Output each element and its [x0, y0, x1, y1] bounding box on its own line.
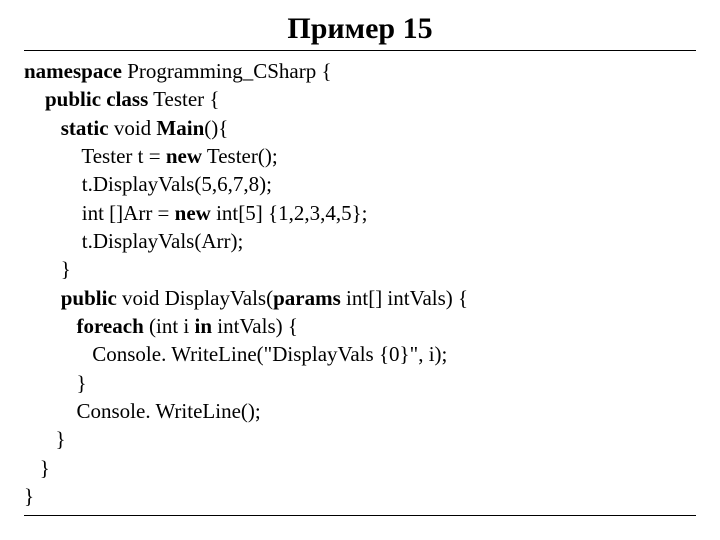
code-line: }: [24, 427, 66, 451]
slide: Пример 15 namespace Programming_CSharp {…: [0, 0, 720, 540]
code-line: }: [24, 484, 34, 508]
divider-top: [24, 50, 696, 51]
code-line: Console. WriteLine();: [24, 399, 261, 423]
code-line: t.DisplayVals(5,6,7,8);: [24, 172, 272, 196]
code-line: public class Tester {: [24, 87, 219, 111]
code-line: Console. WriteLine("DisplayVals {0}", i)…: [24, 342, 447, 366]
code-block: namespace Programming_CSharp { public cl…: [24, 57, 696, 511]
code-line: Tester t = new Tester();: [24, 144, 278, 168]
divider-bottom: [24, 515, 696, 516]
code-line: t.DisplayVals(Arr);: [24, 229, 243, 253]
code-line: int []Arr = new int[5] {1,2,3,4,5};: [24, 201, 367, 225]
slide-title: Пример 15: [24, 12, 696, 46]
code-line: namespace Programming_CSharp {: [24, 59, 332, 83]
code-line: }: [24, 456, 50, 480]
code-line: }: [24, 371, 87, 395]
code-line: static void Main(){: [24, 116, 228, 140]
code-line: foreach (int i in intVals) {: [24, 314, 298, 338]
code-line: }: [24, 257, 71, 281]
code-line: public void DisplayVals(params int[] int…: [24, 286, 468, 310]
